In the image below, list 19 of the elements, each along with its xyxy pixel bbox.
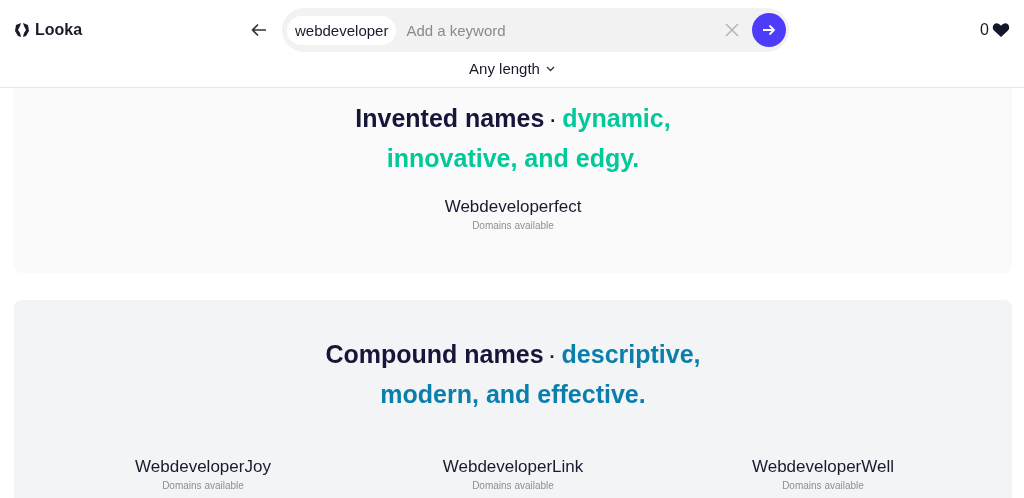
favorites-button[interactable]: 0 <box>980 21 1010 39</box>
business-name[interactable]: Webdeveloperfect <box>444 197 582 217</box>
length-dropdown[interactable]: Any length <box>469 60 555 77</box>
domain-status: Domains available <box>472 480 554 491</box>
business-name[interactable]: WebdeveloperWell <box>751 457 895 477</box>
search-field[interactable]: webdeveloper Add a keyword <box>282 8 789 52</box>
domain-status: Domains available <box>782 480 864 491</box>
keyword-chip[interactable]: webdeveloper <box>287 15 397 45</box>
section-heading: Invented names · dynamic, innovative, and edgy. <box>354 103 672 174</box>
section-heading: Compound names · descriptive, modern, and effective. <box>324 339 702 410</box>
search-submit-button[interactable] <box>752 13 786 47</box>
logo-text: Looka <box>35 21 83 39</box>
logo-icon <box>14 22 30 38</box>
domain-status: Domains available <box>162 480 244 491</box>
chevron-down-icon <box>545 65 555 72</box>
business-name[interactable]: WebdeveloperLink <box>442 457 584 477</box>
domain-status: Domains available <box>472 220 554 231</box>
arrow-right-icon <box>762 24 776 36</box>
business-name[interactable]: WebdeveloperJoy <box>135 457 271 477</box>
